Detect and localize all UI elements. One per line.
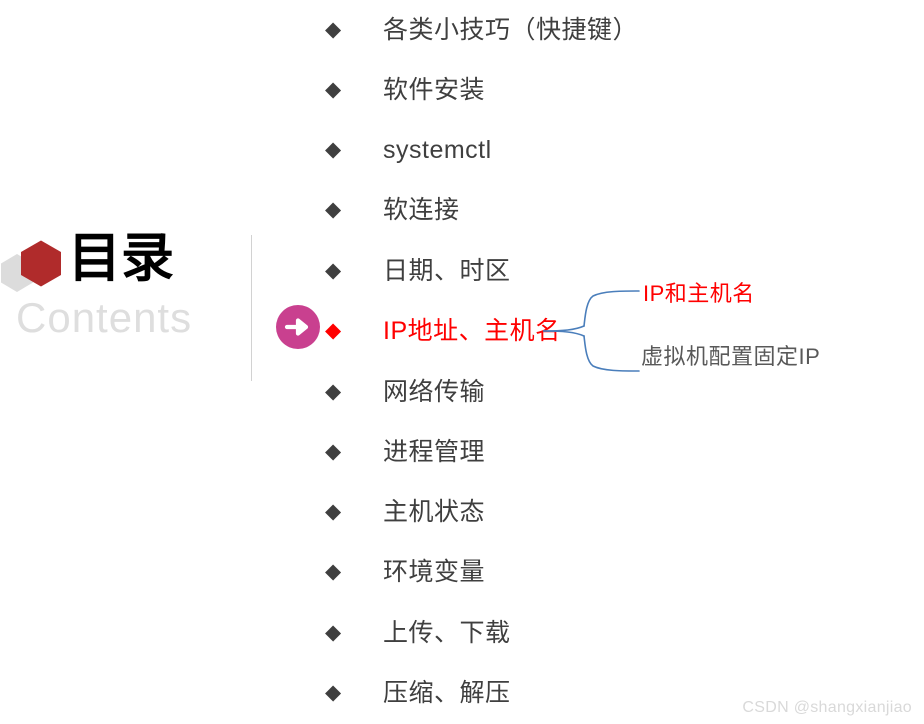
- toc-item-7[interactable]: ◆ 进程管理: [325, 432, 485, 472]
- toc-item-label: 主机状态: [383, 498, 486, 526]
- toc-item-label: 上传、下载: [383, 619, 511, 647]
- page-subtitle: Contents: [16, 294, 193, 341]
- toc-item-label: 进程管理: [383, 438, 486, 466]
- slide-canvas: 目录 Contents ◆ 各类小技巧（快捷键） ◆ 软件安装 ◆ system…: [0, 0, 924, 724]
- diamond-bullet-icon: ◆: [325, 259, 342, 282]
- toc-item-1[interactable]: ◆ 软件安装: [325, 70, 485, 110]
- curly-brace-icon: [542, 283, 643, 379]
- toc-item-0[interactable]: ◆ 各类小技巧（快捷键）: [325, 10, 638, 50]
- toc-item-label: 各类小技巧（快捷键）: [383, 16, 639, 44]
- diamond-bullet-icon: ◆: [325, 560, 342, 583]
- toc-item-10[interactable]: ◆ 上传、下载: [325, 613, 511, 653]
- arrow-right-circle-icon[interactable]: [276, 305, 320, 349]
- title-panel: 目录 Contents: [0, 228, 252, 358]
- diamond-bullet-icon: ◆: [325, 198, 342, 221]
- diamond-bullet-icon: ◆: [325, 319, 342, 342]
- diamond-bullet-icon: ◆: [325, 78, 342, 101]
- brace-arm-lower: [583, 335, 640, 372]
- brace-stem-lower: [542, 330, 585, 337]
- watermark: CSDN @shangxianjiao: [742, 699, 912, 716]
- toc-item-2[interactable]: ◆ systemctl: [325, 130, 492, 170]
- toc-item-label: systemctl: [383, 136, 492, 164]
- curly-brace-svg: [542, 290, 640, 372]
- toc-item-label: IP地址、主机名: [383, 317, 561, 345]
- diamond-bullet-icon: ◆: [325, 18, 342, 41]
- toc-item-5-current[interactable]: ◆ IP地址、主机名: [325, 311, 561, 351]
- toc-item-label: 软件安装: [383, 76, 486, 104]
- diamond-bullet-icon: ◆: [325, 380, 342, 403]
- branch-label-1: 虚拟机配置固定IP: [641, 344, 821, 369]
- toc-item-label: 网络传输: [383, 378, 486, 406]
- diamond-bullet-icon: ◆: [325, 500, 342, 523]
- toc-item-label: 软连接: [383, 196, 460, 224]
- vertical-divider: [251, 235, 252, 381]
- diamond-bullet-icon: ◆: [325, 138, 342, 161]
- toc-item-8[interactable]: ◆ 主机状态: [325, 492, 485, 532]
- toc-item-label: 环境变量: [383, 558, 486, 586]
- branch-label-0: IP和主机名: [643, 281, 755, 306]
- toc-item-label: 压缩、解压: [383, 679, 511, 707]
- brace-stem-upper: [542, 325, 585, 332]
- toc-item-6[interactable]: ◆ 网络传输: [325, 372, 485, 412]
- diamond-bullet-icon: ◆: [325, 440, 342, 463]
- diamond-bullet-icon: ◆: [325, 621, 342, 644]
- toc-item-4[interactable]: ◆ 日期、时区: [325, 251, 511, 291]
- brace-arm-upper: [583, 290, 640, 327]
- toc-item-label: 日期、时区: [383, 257, 511, 285]
- page-title: 目录: [68, 229, 174, 288]
- toc-item-9[interactable]: ◆ 环境变量: [325, 552, 485, 592]
- toc-item-3[interactable]: ◆ 软连接: [325, 190, 460, 230]
- diamond-bullet-icon: ◆: [325, 681, 342, 704]
- arrow-right-circle-svg: [276, 305, 320, 349]
- toc-item-11[interactable]: ◆ 压缩、解压: [325, 673, 511, 713]
